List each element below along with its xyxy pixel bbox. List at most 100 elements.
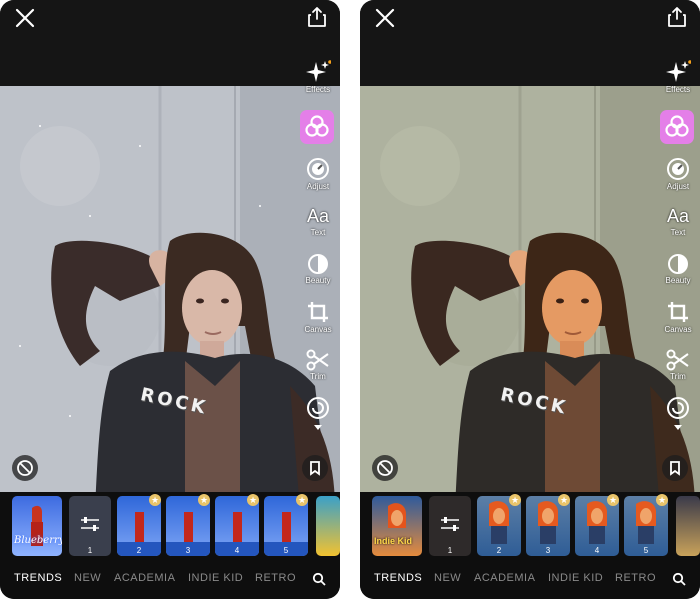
filter-thumb-6[interactable] <box>676 496 700 556</box>
close-icon[interactable] <box>374 7 396 29</box>
filter-thumb-number: 2 <box>136 546 142 555</box>
filter-button[interactable] <box>300 110 334 144</box>
text-icon: Aa <box>306 206 330 226</box>
tool-canvas-label: Canvas <box>664 325 692 334</box>
bookmark-button[interactable] <box>662 455 688 481</box>
tab-trends[interactable]: TRENDS <box>14 572 62 584</box>
bookmark-button[interactable] <box>302 455 328 481</box>
beauty-icon <box>668 254 688 274</box>
filter-thumb-6[interactable] <box>316 496 340 556</box>
editor-screen-after: ROCK Effects Adjust Aa Text Beauty Canva… <box>360 0 700 599</box>
star-icon: ★ <box>656 494 668 506</box>
portrait-photo <box>360 86 700 510</box>
bookmark-icon <box>670 461 680 476</box>
tool-beauty[interactable]: Beauty <box>656 253 700 285</box>
filter-thumb-number: 3 <box>185 546 191 555</box>
adjust-dial-icon <box>307 158 329 180</box>
tool-beauty-label: Beauty <box>305 276 331 285</box>
star-icon: ★ <box>296 494 308 506</box>
crop-icon <box>308 302 328 322</box>
no-filter-icon <box>377 460 393 476</box>
tool-text-label: Text <box>310 228 326 237</box>
category-tabs: TRENDS NEW ACADEMIA INDIE KID RETRO <box>360 564 700 599</box>
redo-icon <box>307 397 329 430</box>
filter-thumb-adjust[interactable]: 1 <box>69 496 111 556</box>
filter-thumb-image <box>31 505 43 546</box>
tool-trim[interactable]: Trim <box>296 349 340 381</box>
tool-canvas-label: Canvas <box>304 325 332 334</box>
tool-trim-label: Trim <box>670 372 686 381</box>
filter-thumb-number: 5 <box>283 546 289 555</box>
filter-thumb-adjust[interactable]: 1 <box>429 496 471 556</box>
tab-new[interactable]: NEW <box>434 572 461 584</box>
no-filter-button[interactable] <box>372 455 398 481</box>
no-filter-icon <box>17 460 33 476</box>
tab-new[interactable]: NEW <box>74 572 101 584</box>
tool-trim[interactable]: Trim <box>656 349 700 381</box>
star-icon: ★ <box>509 494 521 506</box>
tool-more[interactable] <box>296 397 340 431</box>
filter-circles-icon <box>305 115 329 137</box>
filter-thumb-number: 1 <box>87 546 93 555</box>
tool-more[interactable] <box>656 397 700 431</box>
share-icon[interactable] <box>666 6 688 28</box>
tab-academia[interactable]: ACADEMIA <box>474 572 535 584</box>
tab-indie-kid[interactable]: INDIE KID <box>548 572 603 584</box>
tool-beauty-label: Beauty <box>665 276 691 285</box>
tool-effects-label: Effects <box>305 85 331 94</box>
scissors-icon <box>666 349 689 371</box>
filter-thumb-number: 5 <box>643 546 649 555</box>
beauty-icon <box>308 254 328 274</box>
filter-thumb-image <box>388 503 406 528</box>
share-icon[interactable] <box>306 6 328 28</box>
tool-effects[interactable]: Effects <box>296 60 340 94</box>
no-filter-button[interactable] <box>12 455 38 481</box>
tool-canvas[interactable]: Canvas <box>296 300 340 334</box>
tool-effects[interactable]: Effects <box>656 60 700 94</box>
filter-thumb-indie-kid[interactable]: Indie Kid <box>372 496 422 556</box>
sparkle-icon <box>306 60 331 82</box>
tool-adjust-label: Adjust <box>306 182 330 191</box>
tool-text[interactable]: Aa Text <box>656 206 700 237</box>
tab-academia[interactable]: ACADEMIA <box>114 572 175 584</box>
filter-button[interactable] <box>660 110 694 144</box>
tool-text[interactable]: Aa Text <box>296 206 340 237</box>
redo-icon <box>667 397 689 430</box>
tool-adjust[interactable]: Adjust <box>656 157 700 191</box>
photo-canvas[interactable]: ROCK <box>0 86 340 510</box>
tool-canvas[interactable]: Canvas <box>656 300 700 334</box>
filter-thumb-number: 3 <box>545 546 551 555</box>
filter-thumb-blueberry[interactable]: Blueberry <box>12 496 62 556</box>
filter-strip: Indie Kid 1 2 3 4 5 ★ ★ ★ ★ <box>360 492 700 564</box>
filter-thumb-number: 4 <box>234 546 240 555</box>
tool-adjust[interactable]: Adjust <box>296 157 340 191</box>
tool-effects-label: Effects <box>665 85 691 94</box>
filter-thumb-label: Blueberry <box>14 535 62 546</box>
search-icon[interactable] <box>672 572 686 586</box>
tab-retro[interactable]: RETRO <box>255 572 296 584</box>
star-icon: ★ <box>607 494 619 506</box>
portrait-photo <box>0 86 340 510</box>
tool-trim-label: Trim <box>310 372 326 381</box>
sparkle-icon <box>666 60 691 82</box>
filter-thumb-number: 1 <box>447 546 453 555</box>
top-bar <box>360 0 700 86</box>
top-bar <box>0 0 340 86</box>
tool-adjust-label: Adjust <box>666 182 690 191</box>
tab-retro[interactable]: RETRO <box>615 572 656 584</box>
filter-strip: Blueberry 1 2 3 4 5 ★ ★ ★ ★ <box>0 492 340 564</box>
close-icon[interactable] <box>14 7 36 29</box>
search-icon[interactable] <box>312 572 326 586</box>
tab-indie-kid[interactable]: INDIE KID <box>188 572 243 584</box>
tool-beauty[interactable]: Beauty <box>296 253 340 285</box>
star-icon: ★ <box>247 494 259 506</box>
filter-thumb-number: 4 <box>594 546 600 555</box>
filter-thumb-number: 2 <box>496 546 502 555</box>
filter-thumb-label: Indie Kid <box>374 536 412 546</box>
tool-text-label: Text <box>670 228 686 237</box>
bookmark-icon <box>310 461 320 476</box>
crop-icon <box>668 302 688 322</box>
photo-canvas[interactable]: ROCK <box>360 86 700 510</box>
category-tabs: TRENDS NEW ACADEMIA INDIE KID RETRO <box>0 564 340 599</box>
tab-trends[interactable]: TRENDS <box>374 572 422 584</box>
